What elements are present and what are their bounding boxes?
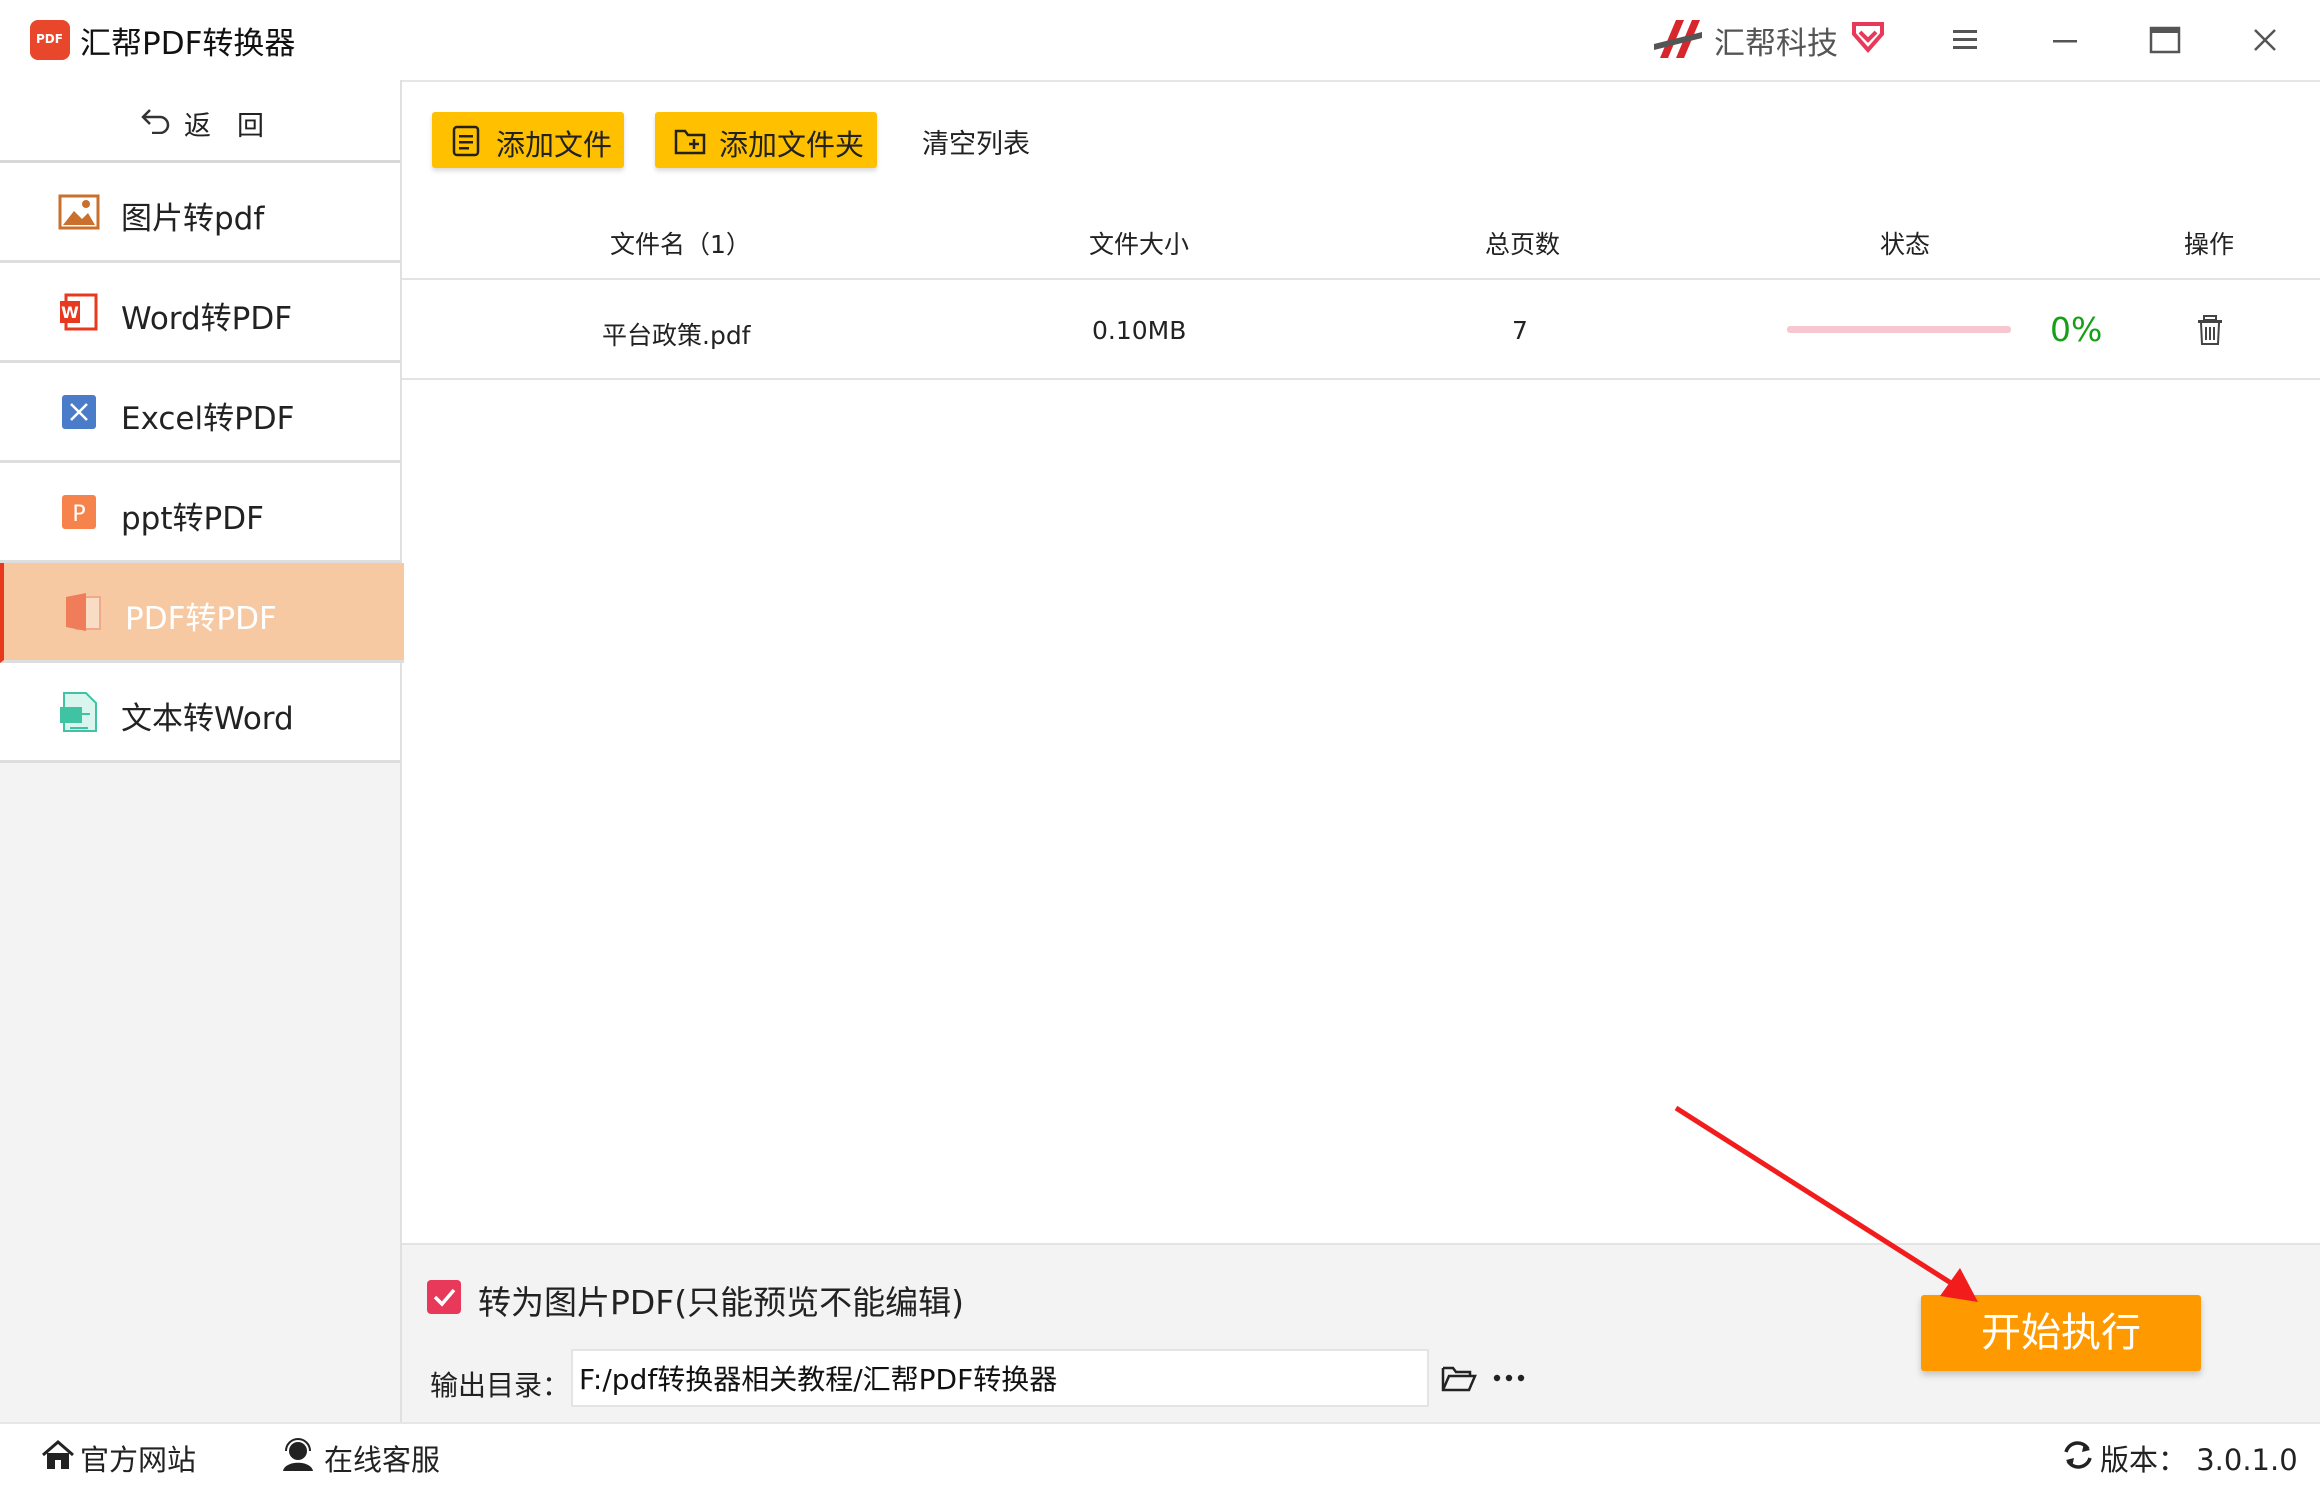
back-label: 返回 [184, 111, 290, 142]
close-icon[interactable] [2245, 20, 2285, 60]
add-file-icon [452, 125, 480, 157]
back-arrow-icon [141, 109, 170, 134]
pdf-icon [66, 593, 101, 631]
text-file-icon [60, 692, 97, 732]
column-header-size: 文件大小 [1089, 230, 1190, 259]
sidebar-item-label: 图片转pdf [121, 201, 265, 237]
svg-text:W: W [61, 303, 79, 322]
svg-text:P: P [72, 502, 85, 527]
sidebar-item-label: Word转PDF [121, 301, 293, 337]
sidebar-item-word-to-pdf[interactable]: W Word转PDF [0, 263, 400, 363]
convert-image-pdf-label[interactable]: 转为图片PDF(只能预览不能编辑) [478, 1276, 964, 1324]
file-name-cell: 平台政策.pdf [602, 321, 751, 350]
maximize-icon[interactable] [2145, 20, 2185, 60]
add-folder-label: 添加文件夹 [719, 128, 865, 162]
sidebar-item-label: 文本转Word [121, 701, 294, 737]
sidebar-item-text-to-word[interactable]: 文本转Word [0, 663, 400, 763]
file-size-cell: 0.10MB [1092, 316, 1187, 345]
sidebar-item-ppt-to-pdf[interactable]: P ppt转PDF [0, 463, 400, 563]
sidebar-item-label: ppt转PDF [121, 501, 264, 537]
sidebar-item-pdf-to-pdf[interactable]: PDF转PDF [0, 563, 404, 663]
column-header-action: 操作 [2184, 230, 2235, 259]
sidebar-item-image-to-pdf[interactable]: 图片转pdf [0, 163, 400, 263]
brand-name: 汇帮科技 [1714, 26, 1838, 62]
add-file-button[interactable]: 添加文件 [432, 112, 624, 168]
progress-bar [1787, 326, 2011, 333]
online-support-link[interactable]: 在线客服 [324, 1437, 440, 1479]
add-folder-button[interactable]: 添加文件夹 [655, 112, 877, 168]
ppt-icon: P [62, 495, 96, 529]
folder-open-icon[interactable] [1440, 1360, 1478, 1396]
app-title: 汇帮PDF转换器 [80, 26, 296, 62]
convert-image-pdf-checkbox[interactable] [427, 1280, 461, 1314]
page-count-cell: 7 [1512, 316, 1528, 345]
home-icon[interactable] [40, 1438, 76, 1472]
official-website-link[interactable]: 官方网站 [80, 1437, 196, 1479]
brand-logo-icon [1654, 20, 1702, 58]
column-header-status: 状态 [1880, 230, 1931, 259]
divider [402, 378, 2320, 380]
support-icon[interactable] [280, 1438, 316, 1472]
column-header-filename: 文件名（1） [610, 230, 751, 259]
back-button[interactable]: 返回 [0, 80, 400, 163]
app-logo-icon: PDF [30, 20, 70, 60]
annotation-arrow [1674, 1105, 1978, 1302]
app-logo-text: PDF [36, 32, 63, 46]
sidebar-item-label: Excel转PDF [121, 401, 295, 437]
image-icon [58, 194, 100, 230]
refresh-icon[interactable] [2060, 1438, 2096, 1472]
clear-list-button[interactable]: 清空列表 [922, 122, 1030, 161]
checkmark-icon [433, 1288, 456, 1307]
word-icon: W [60, 293, 98, 331]
output-directory-label: 输出目录： [430, 1369, 571, 1402]
menu-icon[interactable] [1945, 20, 1985, 60]
column-header-pages: 总页数 [1485, 230, 1561, 259]
add-file-label: 添加文件 [496, 128, 613, 162]
progress-percent: 0% [2050, 310, 2103, 349]
trash-icon[interactable] [2193, 313, 2227, 347]
output-directory-input[interactable] [571, 1349, 1429, 1407]
excel-icon [62, 395, 96, 429]
divider [402, 278, 2320, 280]
add-folder-icon [674, 129, 706, 155]
sidebar-item-excel-to-pdf[interactable]: Excel转PDF [0, 363, 400, 463]
sidebar-item-label: PDF转PDF [125, 601, 277, 637]
vip-diamond-icon[interactable] [1848, 16, 1888, 56]
minimize-icon[interactable] [2045, 20, 2085, 60]
version-label: 版本： 3.0.1.0 [2100, 1443, 2298, 1477]
more-icon[interactable] [1490, 1364, 1528, 1392]
